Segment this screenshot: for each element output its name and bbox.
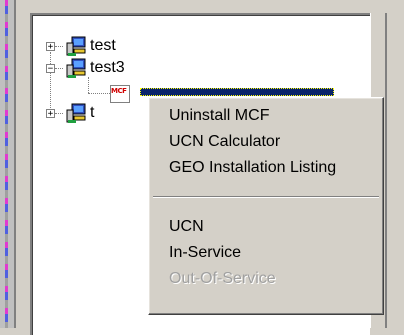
menu-item-label: In-Service bbox=[169, 244, 242, 261]
mcf-file-icon: MCF bbox=[110, 85, 130, 103]
menu-item-label: Uninstall MCF bbox=[169, 107, 270, 124]
selected-tree-item[interactable] bbox=[140, 88, 334, 96]
tree-connector bbox=[55, 68, 63, 69]
tree-connector bbox=[55, 46, 63, 47]
tree-connector bbox=[55, 113, 63, 114]
menu-item-uninstall-mcf[interactable]: Uninstall MCF bbox=[149, 103, 381, 129]
left-edge-border bbox=[14, 0, 16, 328]
plus-expander-icon[interactable]: + bbox=[46, 109, 55, 119]
menu-separator bbox=[153, 196, 379, 198]
menu-item-label: GEO Installation Listing bbox=[169, 159, 337, 176]
tree-node-label[interactable]: t bbox=[90, 104, 94, 122]
mcf-icon-text: MCF bbox=[111, 87, 127, 95]
computer-icon bbox=[66, 36, 86, 56]
menu-item-out-of-service: Out-Of-Service bbox=[149, 266, 381, 292]
computer-icon bbox=[66, 58, 86, 78]
right-edge-border bbox=[385, 13, 387, 328]
tree-node-label[interactable]: test3 bbox=[90, 59, 125, 77]
computer-icon bbox=[66, 103, 86, 123]
menu-item-label: UCN Calculator bbox=[169, 133, 281, 150]
tree-connector bbox=[88, 77, 89, 93]
menu-item-geo-installation-listing[interactable]: GEO Installation Listing bbox=[149, 155, 381, 181]
menu-item-in-service[interactable]: In-Service bbox=[149, 240, 381, 266]
decorative-stripe bbox=[5, 0, 8, 328]
tree-node-label[interactable]: test bbox=[90, 37, 116, 55]
menu-item-ucn-calculator[interactable]: UCN Calculator bbox=[149, 129, 381, 155]
plus-expander-icon[interactable]: + bbox=[46, 42, 55, 52]
context-menu: Uninstall MCF UCN Calculator GEO Install… bbox=[148, 97, 384, 315]
tree-connector bbox=[50, 52, 51, 108]
tree-connector bbox=[88, 93, 110, 94]
left-window-edge bbox=[0, 0, 16, 328]
menu-item-label: Out-Of-Service bbox=[169, 270, 276, 287]
minus-expander-icon[interactable]: − bbox=[46, 64, 55, 74]
menu-item-label: UCN bbox=[169, 218, 204, 235]
menu-item-ucn[interactable]: UCN bbox=[149, 214, 381, 240]
